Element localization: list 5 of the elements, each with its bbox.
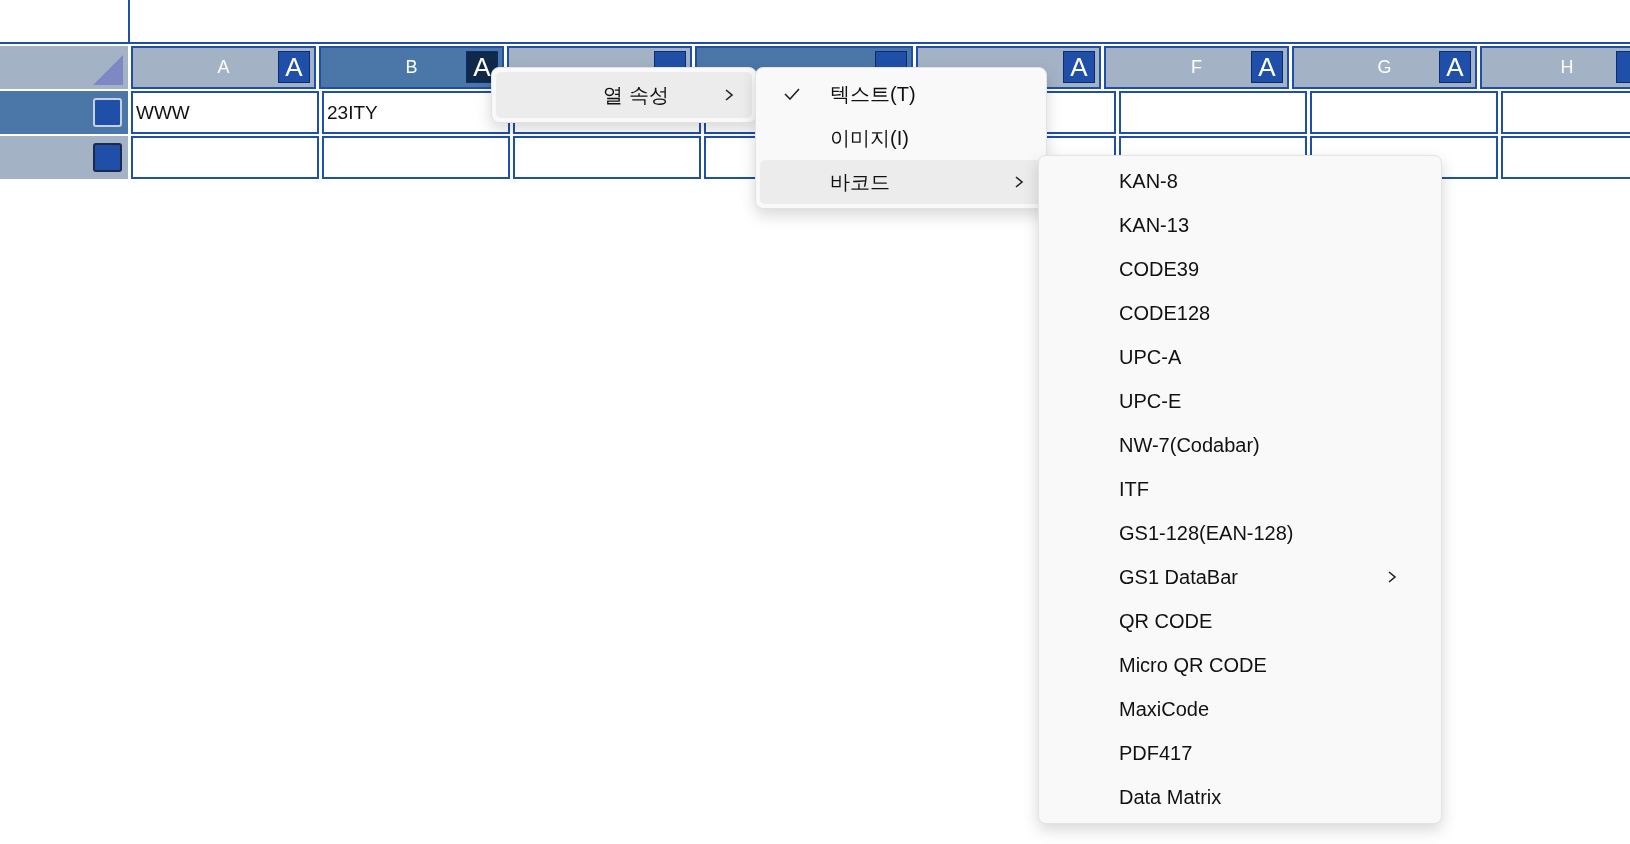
column-label: A xyxy=(217,57,230,78)
column-label: H xyxy=(1560,57,1574,78)
column-label: G xyxy=(1377,57,1392,78)
column-label: F xyxy=(1191,57,1202,78)
column-label: B xyxy=(405,57,418,78)
